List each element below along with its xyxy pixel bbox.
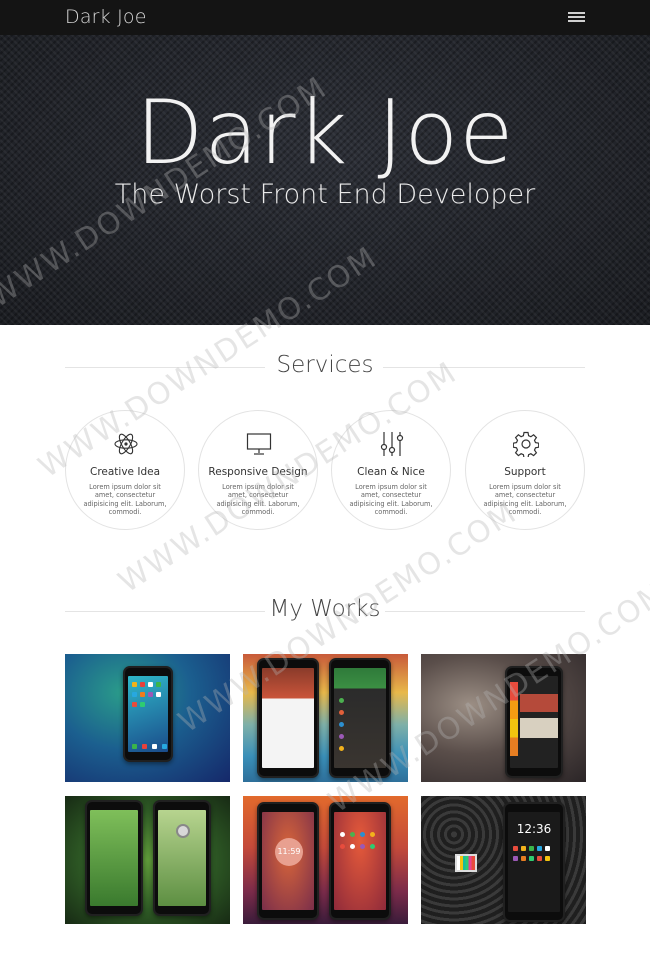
phone-image [85,800,143,916]
service-desc: Lorem ipsum dolor sit amet, consectetur … [83,483,167,516]
service-desc: Lorem ipsum dolor sit amet, consectetur … [216,483,300,516]
clock-text: 12:36 [516,822,552,836]
work-item-4[interactable] [65,796,230,924]
service-name: Clean & Nice [357,466,425,478]
works-heading: My Works [65,596,585,626]
hero-banner: Dark Joe The Worst Front End Developer [0,35,650,325]
service-desc: Lorem ipsum dolor sit amet, consectetur … [349,483,433,516]
work-item-1[interactable] [65,654,230,782]
sliders-icon [380,432,404,456]
monitor-icon [246,433,272,455]
work-item-5[interactable]: 11:59 [243,796,408,924]
service-support: Support Lorem ipsum dolor sit amet, cons… [465,410,585,530]
service-responsive-design: Responsive Design Lorem ipsum dolor sit … [198,410,318,530]
phone-image [123,666,173,762]
services-title: Services [276,352,374,378]
service-clean-nice: Clean & Nice Lorem ipsum dolor sit amet,… [331,410,451,530]
clock-text: 11:59 [275,838,303,866]
work-item-3[interactable] [421,654,586,782]
hamburger-menu-icon[interactable] [568,11,586,24]
work-item-6[interactable]: 12:36 [421,796,586,924]
services-heading: Services [65,352,585,382]
phone-image [153,800,211,916]
phone-image [329,802,391,920]
phone-image: 12:36 [503,802,565,922]
service-name: Creative Idea [89,466,160,478]
service-name: Responsive Design [208,466,308,478]
phone-image: 11:59 [257,802,319,920]
work-item-2[interactable] [243,654,408,782]
service-name: Support [504,466,546,478]
brand-logo[interactable]: Dark Joe [65,6,147,28]
gear-icon [513,431,539,457]
works-title: My Works [269,596,381,622]
hero-subtitle: The Worst Front End Developer [114,179,536,210]
hero-title: Dark Joe [135,81,515,184]
phone-image [257,658,319,778]
phone-image [505,666,563,778]
service-desc: Lorem ipsum dolor sit amet, consectetur … [483,483,567,516]
phone-image [329,658,391,778]
tv-icon [455,854,477,872]
atom-icon [114,433,138,455]
navbar: Dark Joe [0,0,650,35]
service-creative-idea: Creative Idea Lorem ipsum dolor sit amet… [65,410,185,530]
